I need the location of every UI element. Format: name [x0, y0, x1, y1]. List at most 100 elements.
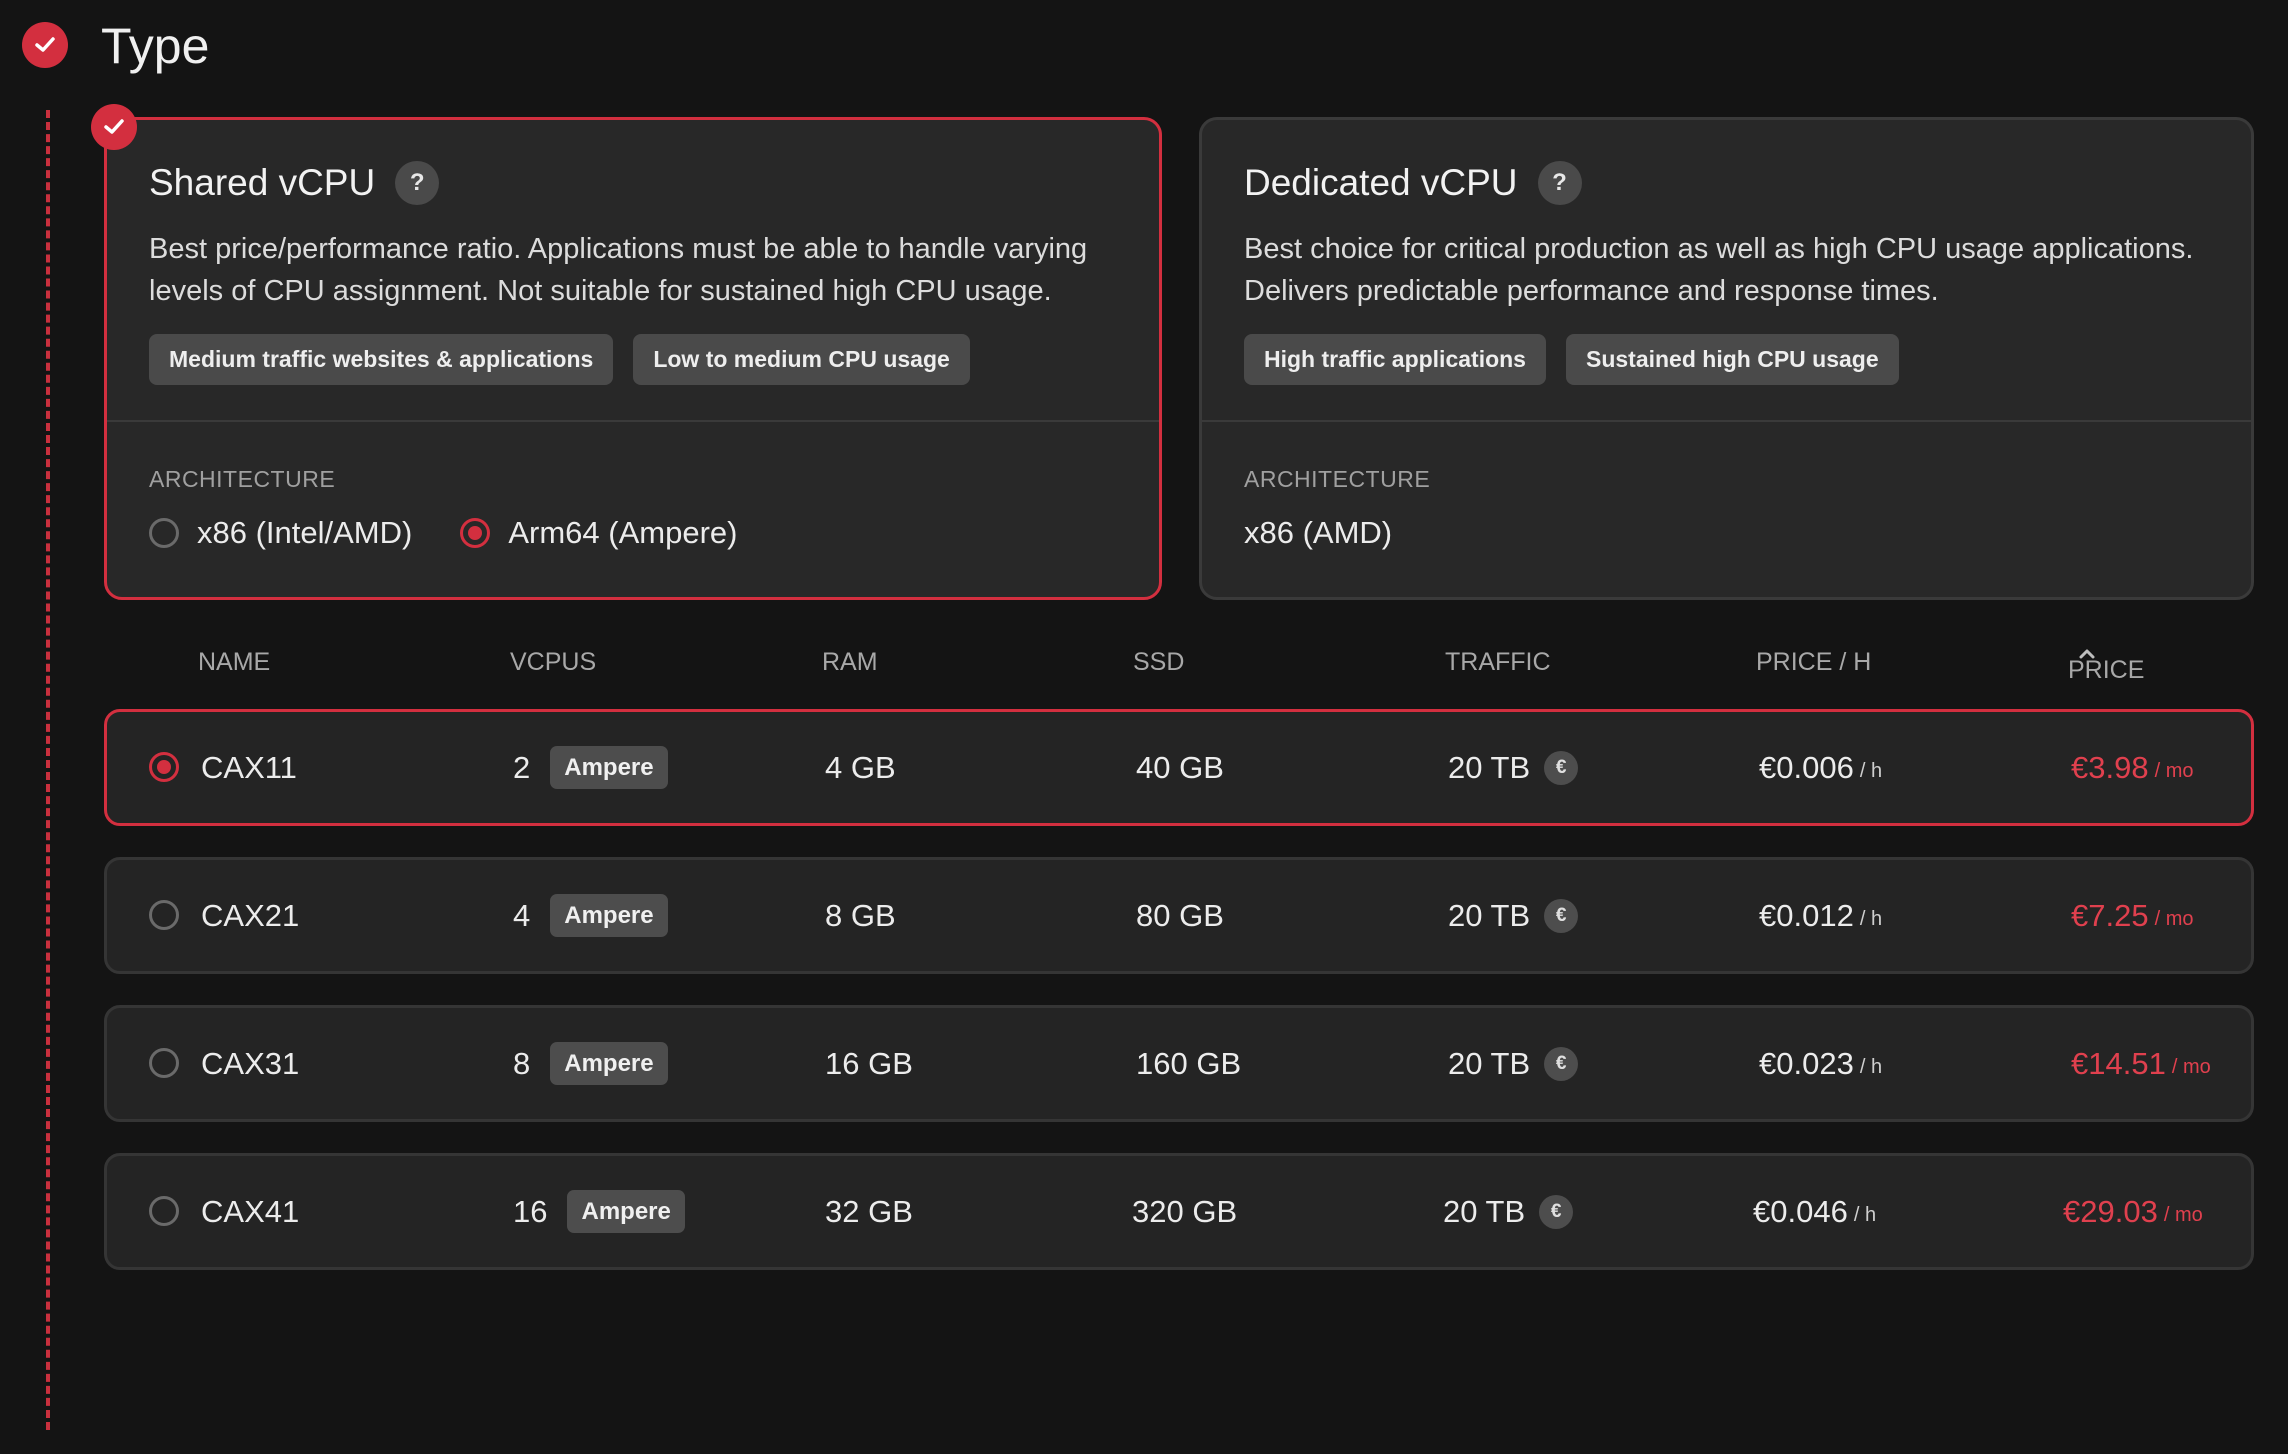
table-row-cax21[interactable]: CAX21 4 Ampere 8 GB 80 GB 20 TB € €0.012…	[104, 857, 2254, 974]
use-case-tag: High traffic applications	[1244, 334, 1546, 385]
server-name: CAX21	[201, 897, 300, 933]
ram-value: 8 GB	[825, 897, 896, 933]
hourly-price-cell: €0.012 / h	[1759, 860, 1882, 971]
ram-value: 32 GB	[825, 1193, 913, 1229]
ram-value: 4 GB	[825, 749, 896, 785]
vcpu-count: 2	[513, 749, 531, 785]
use-case-tag: Sustained high CPU usage	[1565, 334, 1899, 385]
hourly-unit: / h	[1859, 760, 1883, 782]
radio-unchecked-icon[interactable]	[149, 1048, 179, 1078]
card-header: Shared vCPU ? Best price/performance rat…	[107, 120, 1159, 422]
ssd-value: 80 GB	[1136, 897, 1224, 933]
arch-option-label: x86 (Intel/AMD)	[197, 515, 413, 550]
selected-check-icon	[91, 104, 137, 150]
card-description: Best price/performance ratio. Applicatio…	[149, 233, 1088, 307]
monthly-unit: / mo	[2154, 908, 2194, 930]
section-title: Type	[101, 18, 210, 74]
server-name: CAX31	[201, 1045, 300, 1081]
card-header: Dedicated vCPU ? Best choice for critica…	[1202, 120, 2251, 422]
architecture-section: ARCHITECTURE x86 (AMD)	[1202, 422, 2251, 555]
card-title: Shared vCPU	[149, 162, 376, 203]
euro-info-icon[interactable]: €	[1539, 1194, 1574, 1229]
step-progress-line	[46, 110, 50, 1430]
cpu-vendor-tag: Ampere	[550, 746, 668, 789]
arch-option-arm64[interactable]: Arm64 (Ampere)	[460, 515, 737, 551]
ssd-value: 160 GB	[1136, 1045, 1242, 1081]
monthly-price-cell: €3.98 / mo	[2071, 712, 2193, 823]
traffic-cell: 20 TB €	[1448, 712, 1579, 823]
col-header-ram[interactable]: RAM	[822, 648, 878, 677]
use-case-tag: Medium traffic websites & applications	[149, 334, 614, 385]
radio-unchecked-icon[interactable]	[149, 518, 179, 548]
vcpu-count: 4	[513, 897, 531, 933]
radio-unchecked-icon[interactable]	[149, 1196, 179, 1226]
cpu-vendor-tag: Ampere	[550, 1042, 668, 1085]
help-icon[interactable]: ?	[1537, 161, 1582, 205]
euro-info-icon[interactable]: €	[1544, 750, 1579, 785]
server-table-header: NAME VCPUS RAM SSD TRAFFIC PRICE / H PRI…	[104, 640, 2254, 684]
server-name: CAX11	[201, 749, 297, 785]
architecture-section: ARCHITECTURE x86 (Intel/AMD) Arm64 (Ampe…	[107, 422, 1159, 555]
hourly-price-cell: €0.006 / h	[1759, 712, 1882, 823]
hourly-price: €0.006	[1759, 749, 1854, 785]
radio-checked-icon[interactable]	[149, 752, 179, 782]
ram-value: 16 GB	[825, 1045, 913, 1081]
euro-info-icon[interactable]: €	[1544, 898, 1579, 933]
radio-unchecked-icon[interactable]	[149, 900, 179, 930]
monthly-price-cell: €7.25 / mo	[2071, 860, 2193, 971]
col-header-name[interactable]: NAME	[198, 648, 270, 677]
col-header-vcpus[interactable]: VCPUS	[510, 648, 596, 677]
vcpu-count: 8	[513, 1045, 531, 1081]
table-row-cax31[interactable]: CAX31 8 Ampere 16 GB 160 GB 20 TB € €0.0…	[104, 1005, 2254, 1122]
arch-option-x86[interactable]: x86 (Intel/AMD)	[149, 515, 412, 551]
col-header-price-label: PRICE	[2068, 656, 2145, 684]
hourly-price-cell: €0.046 / h	[1753, 1156, 1876, 1267]
ssd-value: 40 GB	[1136, 749, 1224, 785]
architecture-label: ARCHITECTURE	[1244, 466, 1431, 492]
monthly-unit: / mo	[2163, 1204, 2203, 1226]
traffic-cell: 20 TB €	[1448, 860, 1579, 971]
col-header-ssd[interactable]: SSD	[1133, 648, 1184, 677]
traffic-value: 20 TB	[1448, 1045, 1531, 1081]
traffic-value: 20 TB	[1443, 1193, 1526, 1229]
hourly-price: €0.023	[1759, 1045, 1854, 1081]
card-description: Best choice for critical production as w…	[1244, 233, 2194, 307]
help-icon[interactable]: ?	[395, 161, 440, 205]
monthly-unit: / mo	[2171, 1056, 2211, 1078]
vcpu-cell: 16 Ampere	[513, 1156, 685, 1267]
card-shared-vcpu[interactable]: Shared vCPU ? Best price/performance rat…	[91, 104, 1162, 600]
step-complete-check-icon	[22, 22, 68, 68]
vcpu-cell: 4 Ampere	[513, 860, 668, 971]
arch-option-label: Arm64 (Ampere)	[508, 515, 738, 550]
table-row-cax41[interactable]: CAX41 16 Ampere 32 GB 320 GB 20 TB € €0.…	[104, 1153, 2254, 1270]
table-row-cax11[interactable]: CAX11 2 Ampere 4 GB 40 GB 20 TB € €0.006…	[104, 709, 2254, 826]
col-header-price[interactable]: PRICE	[2068, 648, 2144, 684]
use-case-tag: Low to medium CPU usage	[633, 334, 970, 385]
col-header-traffic[interactable]: TRAFFIC	[1445, 648, 1551, 677]
hourly-price-cell: €0.023 / h	[1759, 1008, 1882, 1119]
hourly-price: €0.046	[1753, 1193, 1848, 1229]
monthly-unit: / mo	[2154, 760, 2194, 782]
euro-info-icon[interactable]: €	[1544, 1046, 1579, 1081]
traffic-cell: 20 TB €	[1443, 1156, 1574, 1267]
card-dedicated-vcpu[interactable]: Dedicated vCPU ? Best choice for critica…	[1199, 117, 2254, 600]
traffic-cell: 20 TB €	[1448, 1008, 1579, 1119]
vcpu-count: 16	[513, 1193, 548, 1229]
monthly-price: €3.98	[2071, 749, 2149, 785]
server-type-section: Type Shared vCPU ? Best price/performanc…	[0, 0, 2288, 1454]
hourly-unit: / h	[1859, 1056, 1883, 1078]
monthly-price: €7.25	[2071, 897, 2149, 933]
ssd-value: 320 GB	[1132, 1193, 1238, 1229]
monthly-price: €14.51	[2071, 1045, 2166, 1081]
hourly-unit: / h	[1859, 908, 1883, 930]
cpu-vendor-tag: Ampere	[567, 1190, 685, 1233]
col-header-price-hourly[interactable]: PRICE / H	[1756, 648, 1871, 677]
traffic-value: 20 TB	[1448, 749, 1531, 785]
traffic-value: 20 TB	[1448, 897, 1531, 933]
architecture-value: x86 (AMD)	[1244, 515, 1393, 550]
architecture-label: ARCHITECTURE	[149, 466, 336, 492]
server-name: CAX41	[201, 1193, 300, 1229]
monthly-price-cell: €29.03 / mo	[2063, 1156, 2203, 1267]
monthly-price-cell: €14.51 / mo	[2071, 1008, 2211, 1119]
radio-checked-icon[interactable]	[460, 518, 491, 548]
